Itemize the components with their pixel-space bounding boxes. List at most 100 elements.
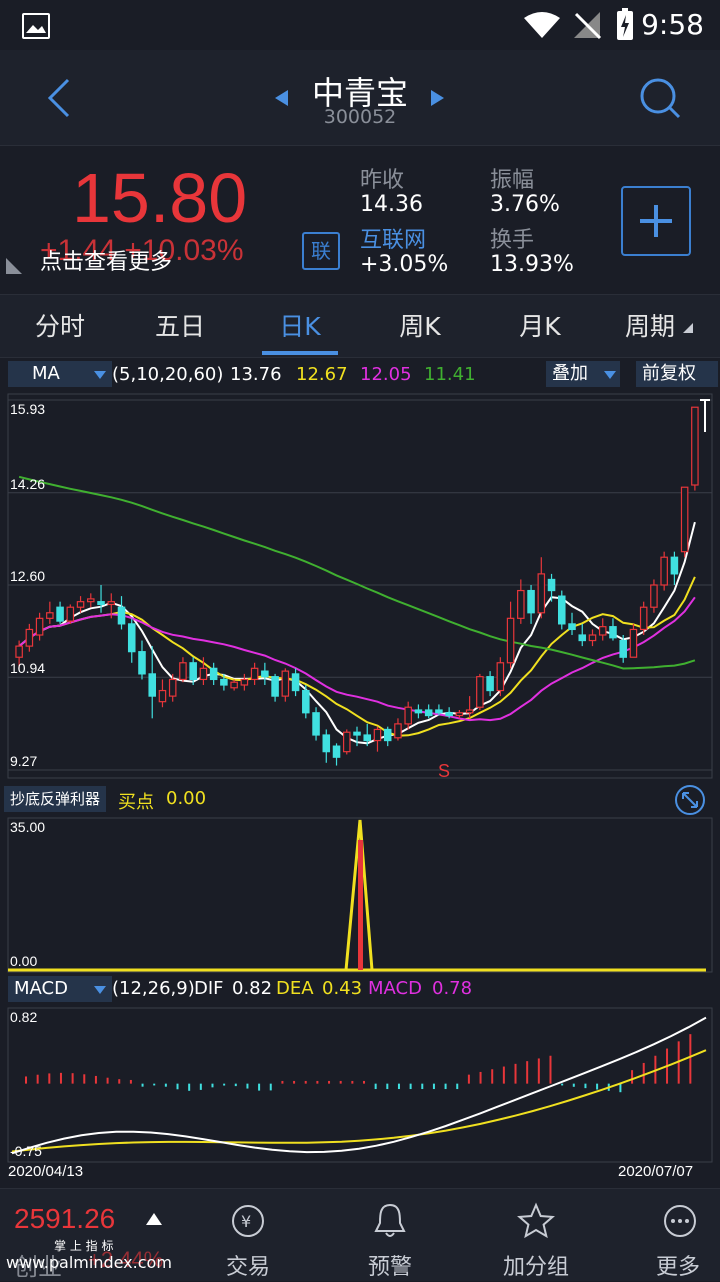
adjust-button[interactable]: 前复权 <box>636 361 718 387</box>
y-tick-label: 12.60 <box>10 568 45 584</box>
candle <box>250 662 259 685</box>
candle <box>496 657 505 697</box>
candle-body <box>250 667 259 681</box>
candle <box>291 668 300 697</box>
candle <box>97 585 105 613</box>
wifi-icon <box>524 12 560 38</box>
turnover-label: 换手 <box>490 228 535 253</box>
view-more-tip[interactable]: 点击查看更多 <box>40 244 172 276</box>
dropdown-icon <box>604 371 616 379</box>
candle <box>87 593 95 608</box>
candle-body <box>302 689 310 714</box>
candles <box>15 406 699 766</box>
signal-y-max: 35.00 <box>10 819 45 835</box>
search-icon[interactable] <box>638 76 682 120</box>
candle <box>578 623 587 647</box>
nav-trade[interactable]: 交易 <box>198 1249 298 1281</box>
period-dropdown-icon <box>683 323 693 333</box>
candle-body <box>97 601 105 606</box>
candle-body <box>465 709 474 714</box>
candle <box>312 707 320 741</box>
candle-body <box>271 676 279 697</box>
tab-daily-k[interactable]: 日K <box>250 307 350 343</box>
candle-body <box>527 589 535 614</box>
trade-icon[interactable]: ¥ <box>228 1201 268 1241</box>
candle-body <box>35 617 44 636</box>
candle-body <box>158 689 167 703</box>
candle <box>230 679 238 691</box>
nav-more[interactable]: 更多 <box>628 1249 720 1281</box>
candle-body <box>486 676 494 692</box>
sector-label[interactable]: 互联网 <box>360 222 426 254</box>
candle-body <box>373 728 382 742</box>
candle <box>670 551 679 585</box>
candle-body <box>660 556 668 586</box>
tab-intraday[interactable]: 分时 <box>10 307 110 343</box>
index-value[interactable]: 2591.26 <box>14 1203 115 1235</box>
nav-add-group[interactable]: 加分组 <box>486 1249 586 1281</box>
candle <box>527 585 535 624</box>
candle <box>598 618 607 641</box>
more-icon[interactable] <box>660 1201 700 1241</box>
candle-body <box>168 678 177 697</box>
candle-body <box>558 595 566 625</box>
candle-body <box>353 731 361 736</box>
dropdown-icon <box>94 986 106 994</box>
candle-body <box>312 712 320 736</box>
candle <box>271 673 279 702</box>
candle-body <box>25 628 34 647</box>
tab-weekly-k[interactable]: 周K <box>370 307 470 343</box>
candlestick-chart[interactable]: 15.93 14.26 12.60 10.94 9.27 S <box>0 392 720 780</box>
star-icon[interactable] <box>516 1201 556 1241</box>
overlay-button[interactable]: 叠加 <box>546 361 620 387</box>
macd-select-button[interactable]: MACD <box>8 976 112 1002</box>
candle <box>302 685 310 719</box>
overlay-label: 叠加 <box>552 363 588 384</box>
candle-body <box>220 678 228 686</box>
candle-body <box>179 662 187 681</box>
amplitude-value: 3.76% <box>490 192 560 217</box>
candle <box>127 618 136 663</box>
tab-monthly-k[interactable]: 月K <box>490 307 590 343</box>
candle-body <box>138 651 146 675</box>
expand-up-icon[interactable] <box>146 1213 162 1225</box>
dea-label: DEA <box>276 978 314 999</box>
candle <box>240 673 249 691</box>
macd-button-label: MACD <box>14 978 68 999</box>
current-price: 15.80 <box>72 159 248 237</box>
macd-histogram <box>25 1034 692 1093</box>
add-watchlist-button[interactable] <box>621 186 691 256</box>
date-start: 2020/04/13 <box>8 1163 83 1180</box>
y-tick-label: 14.26 <box>10 476 45 492</box>
next-stock-icon[interactable] <box>430 90 444 106</box>
ma-select-button[interactable]: MA <box>8 361 112 387</box>
sell-marker: S <box>438 761 450 780</box>
candle <box>148 646 156 719</box>
ma-legend-bar: MA (5,10,20,60) 13.76 12.67 12.05 11.41 … <box>0 358 720 390</box>
date-end: 2020/07/07 <box>618 1163 693 1180</box>
candle <box>158 679 167 708</box>
macd-chart: 0.82 -0.75 2020/04/13 2020/07/07 <box>7 1007 713 1180</box>
candle <box>639 601 648 635</box>
dif-line <box>11 1016 707 1155</box>
expand-icon[interactable] <box>674 784 706 816</box>
signal-label: 买点 <box>118 792 154 813</box>
candle <box>424 704 433 719</box>
candle-body <box>383 728 392 742</box>
candle-body <box>639 606 648 631</box>
candle-body <box>127 623 136 653</box>
signal-indicator-button[interactable]: 抄底反弹利器 <box>4 786 107 812</box>
candle-body <box>537 573 546 614</box>
nav-alert[interactable]: 预警 <box>340 1249 440 1281</box>
ma60-value: 11.41 <box>424 364 476 385</box>
quote-panel[interactable]: 15.80 +1.44 +10.03% 点击查看更多 联 昨收 14.36 互联… <box>0 146 720 292</box>
related-button[interactable]: 联 <box>302 232 340 270</box>
bell-icon[interactable] <box>370 1201 410 1241</box>
candle <box>383 726 392 747</box>
signal-chart: 35.00 0.00 <box>7 817 713 973</box>
tab-five-day[interactable]: 五日 <box>130 307 230 343</box>
candle <box>56 601 64 624</box>
ma-params: (5,10,20,60) <box>112 364 224 385</box>
candle-body <box>547 578 556 592</box>
signal-legend-bar: 抄底反弹利器 买点 0.00 <box>0 784 720 816</box>
